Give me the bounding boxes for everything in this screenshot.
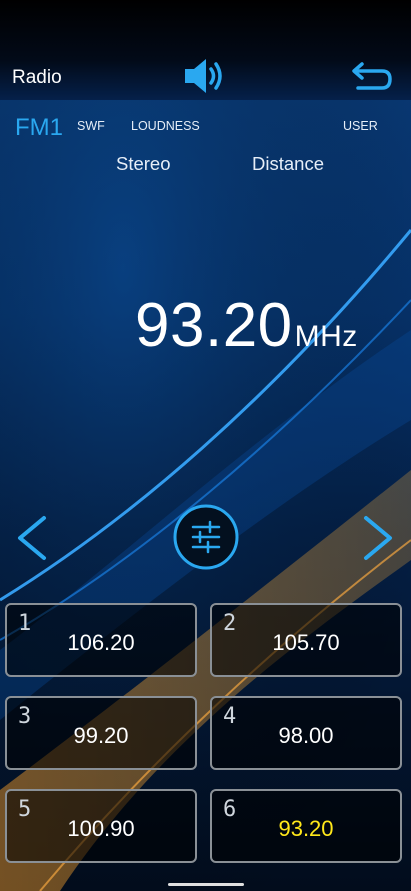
preset-button-2[interactable]: 2 105.70 [210,603,402,677]
back-return-icon[interactable] [350,58,394,94]
speaker-volume-icon[interactable] [182,56,228,96]
app-title: Radio [12,67,62,88]
chevron-left-icon[interactable] [12,514,52,562]
frequency-display: 93.20MHz [135,290,358,361]
preset-frequency: 99.20 [73,723,129,748]
equalizer-sliders-icon[interactable] [172,503,240,571]
preset-frequency: 105.70 [272,630,340,655]
preset-frequency: 98.00 [278,723,334,748]
preset-frequency: 106.20 [67,630,135,655]
user-eq-indicator: USER [343,119,378,133]
band-label[interactable]: FM1 [15,114,63,142]
distance-indicator: Distance [252,153,324,174]
preset-button-5[interactable]: 5 100.90 [5,789,197,863]
preset-button-1[interactable]: 1 106.20 [5,603,197,677]
chevron-right-icon[interactable] [358,514,398,562]
frequency-value: 93.20 [135,291,293,360]
stereo-indicator: Stereo [116,153,171,174]
preset-frequency-active: 93.20 [278,816,334,841]
preset-frequency: 100.90 [67,816,135,841]
loudness-indicator: LOUDNESS [131,119,200,133]
frequency-unit: MHz [294,320,358,353]
preset-button-4[interactable]: 4 98.00 [210,696,402,770]
preset-button-6[interactable]: 6 93.20 [210,789,402,863]
swf-indicator: SWF [77,119,105,133]
preset-button-3[interactable]: 3 99.20 [5,696,197,770]
home-indicator[interactable] [168,883,244,886]
